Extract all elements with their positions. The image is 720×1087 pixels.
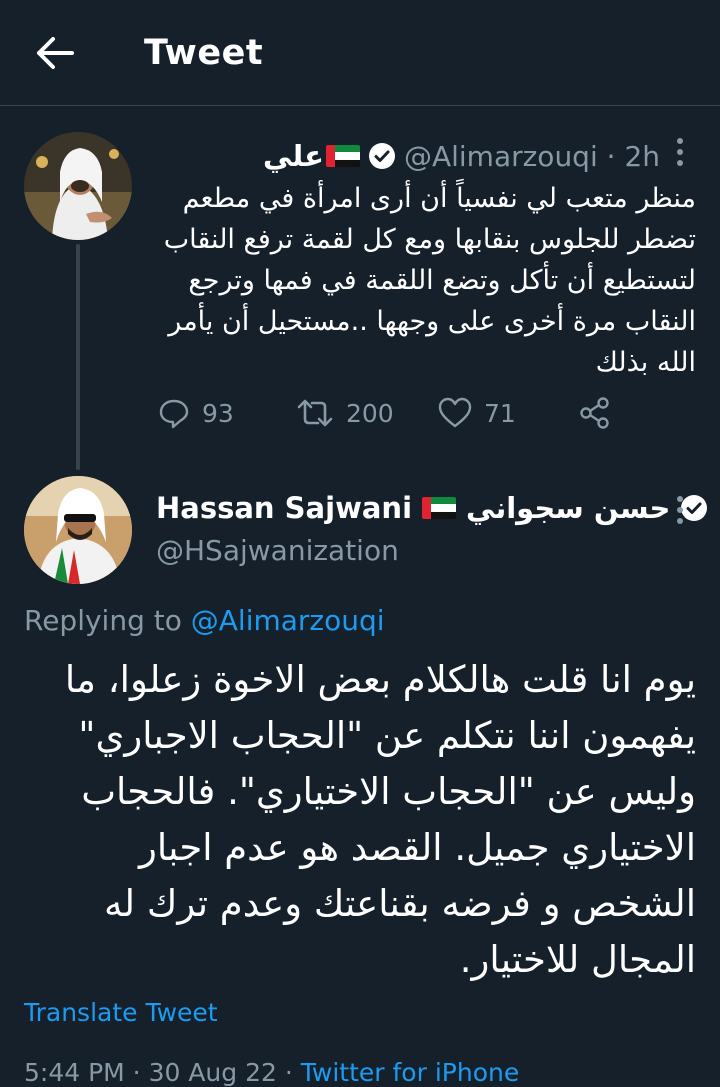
avatar[interactable]	[24, 132, 132, 240]
back-button[interactable]	[30, 30, 80, 76]
share-button[interactable]	[578, 396, 612, 430]
top-bar: Tweet	[0, 0, 720, 106]
uae-flag-icon	[422, 497, 457, 519]
more-options-icon[interactable]	[666, 492, 694, 528]
reply-button[interactable]: 93	[158, 397, 234, 429]
retweet-icon	[297, 399, 333, 427]
tweet-text: يوم انا قلت هالكلام بعض الاخوة زعلوا، ما…	[64, 658, 696, 981]
page-title: Tweet	[144, 33, 264, 73]
verified-badge-icon	[368, 143, 395, 169]
parent-tweet-header: @Alimarzouqi · 2h علي	[263, 136, 660, 176]
author-name-ar: حسن سجواني	[466, 491, 671, 525]
author-name-row[interactable]: Hassan Sajwani حسن سجواني	[156, 488, 708, 528]
reply-count: 93	[202, 398, 234, 428]
like-button[interactable]: 71	[438, 397, 516, 429]
replying-handle-link[interactable]: @Alimarzouqi	[191, 604, 385, 637]
arrow-left-icon	[37, 37, 74, 69]
share-icon	[580, 397, 609, 429]
parent-tweet-actions: 93 200 71	[150, 390, 620, 436]
tweet-meta: 5:44 PM · 30 Aug 22 · Twitter for iPhone	[24, 1058, 519, 1087]
translate-tweet-link[interactable]: Translate Tweet	[24, 998, 218, 1027]
parent-display-name[interactable]: علي	[263, 139, 324, 173]
more-options-icon[interactable]	[666, 134, 694, 170]
retweet-count: 200	[346, 398, 394, 428]
heart-icon	[438, 397, 472, 428]
replying-label: Replying to	[24, 604, 182, 637]
like-count: 71	[484, 398, 516, 428]
reply-icon	[159, 399, 189, 429]
tweet-timestamp: 5:44 PM · 30 Aug 22 ·	[24, 1058, 293, 1087]
thread-connector	[76, 244, 80, 470]
parent-tweet-text: منظر متعب لي نفسياً أن أرى امرأة في مطعم…	[163, 183, 696, 378]
retweet-button[interactable]: 200	[296, 397, 394, 429]
replying-to: Replying to @Alimarzouqi	[24, 604, 385, 637]
uae-flag-icon	[325, 145, 360, 167]
tweet-source-link[interactable]: Twitter for iPhone	[301, 1058, 519, 1087]
parent-handle-time: @Alimarzouqi · 2h	[403, 139, 660, 173]
author-handle[interactable]: @HSajwanization	[156, 534, 399, 567]
avatar[interactable]	[24, 476, 132, 584]
author-name-en: Hassan Sajwani	[156, 491, 413, 525]
